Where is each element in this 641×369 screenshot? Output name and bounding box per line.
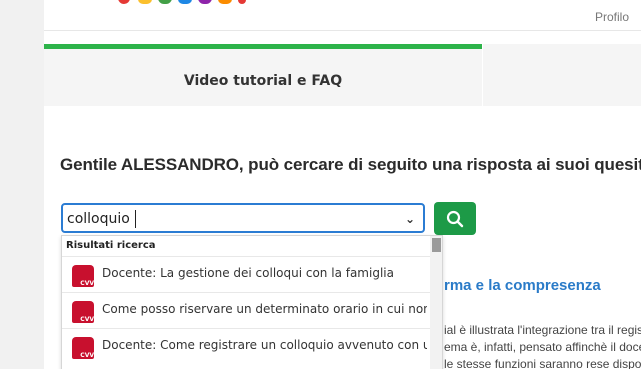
top-bar: Profilo <box>44 0 641 30</box>
tab-label: Video tutorial e FAQ <box>183 73 343 89</box>
greeting-heading: Gentile ALESSANDRO, può cercare di segui… <box>60 155 641 174</box>
result-label: Docente: La gestione dei colloqui con la… <box>102 266 394 280</box>
dropdown-scrollbar[interactable] <box>430 236 442 369</box>
result-item[interactable]: CVV Come posso riservare un determinato … <box>62 292 430 328</box>
chevron-down-icon[interactable]: ⌄ <box>405 212 415 226</box>
article-line: le stesse funzioni saranno rese disponib… <box>444 357 641 369</box>
article-line: ial è illustrata l'integrazione tra il r… <box>444 323 641 337</box>
search-results-dropdown: Risultati ricerca CVV Docente: La gestio… <box>61 235 443 369</box>
results-header: Risultati ricerca <box>66 240 156 251</box>
search-icon <box>446 210 464 227</box>
left-gutter <box>0 0 44 369</box>
tab-bar: Video tutorial e FAQ <box>44 44 641 106</box>
result-item[interactable]: CVV Docente: Come registrare un colloqui… <box>62 328 430 364</box>
result-label: Come posso riservare un determinato orar… <box>102 302 427 316</box>
text-cursor <box>135 210 136 228</box>
header-divider <box>44 30 641 31</box>
search-input[interactable]: colloquio ⌄ <box>61 203 425 233</box>
cvv-icon: CVV <box>72 265 94 287</box>
scrollbar-thumb[interactable] <box>432 238 441 252</box>
cvv-icon: CVV <box>72 337 94 359</box>
result-label: Docente: Come registrare un colloquio av… <box>102 338 427 352</box>
article-line: ema è, infatti, pensato affinchè il doce… <box>444 340 641 354</box>
app-logo[interactable] <box>114 0 254 16</box>
search-value: colloquio <box>67 211 130 227</box>
article-title: rma e la compresenza <box>444 277 601 294</box>
profile-link[interactable]: Profilo <box>583 0 641 30</box>
tab-video-tutorial-faq[interactable]: Video tutorial e FAQ <box>44 44 482 106</box>
search-button[interactable] <box>434 202 476 235</box>
page: Profilo Video tutorial e FAQ Gentile ALE… <box>0 0 641 369</box>
cvv-icon: CVV <box>72 301 94 323</box>
result-item[interactable]: CVV Docente: La gestione dei colloqui co… <box>62 256 430 292</box>
tab-secondary[interactable] <box>482 44 641 106</box>
